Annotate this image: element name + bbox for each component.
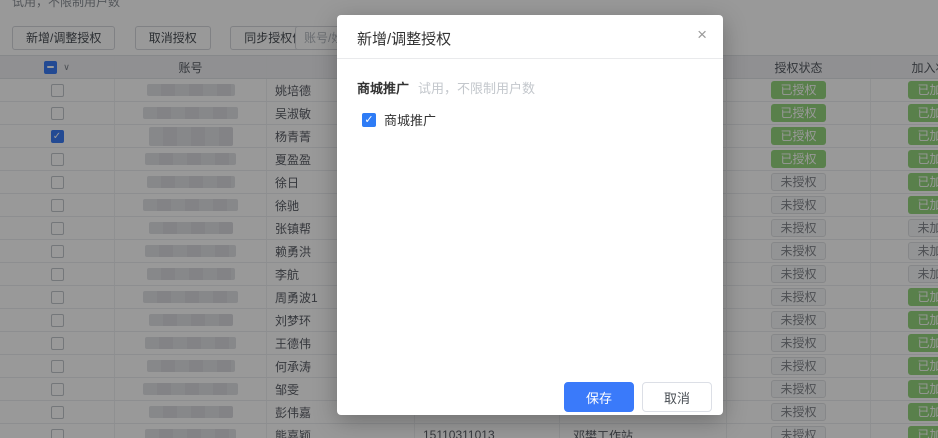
package-checkbox[interactable]: ✓ — [362, 112, 376, 127]
screen: 试用，不限制用户数 新增/调整授权 取消授权 同步授权信息到云端 ∨ 账号 授权… — [0, 0, 938, 438]
dialog-title: 新增/调整授权 — [357, 31, 452, 48]
package-description: 试用，不限制用户数 — [418, 81, 536, 96]
package-checkbox-row: ✓ 商城推广 — [357, 110, 703, 129]
package-name: 商城推广 — [357, 81, 410, 96]
dialog-header: 新增/调整授权 × — [337, 15, 723, 59]
save-button[interactable]: 保存 — [564, 382, 634, 412]
auth-dialog: 新增/调整授权 × 商城推广 试用，不限制用户数 ✓ 商城推广 保存 取消 — [337, 15, 723, 415]
close-icon[interactable]: × — [697, 26, 707, 43]
package-line: 商城推广 试用，不限制用户数 — [357, 78, 703, 97]
cancel-button[interactable]: 取消 — [642, 382, 712, 412]
package-checkbox-label: 商城推广 — [384, 113, 437, 128]
dialog-footer: 保存 取消 — [564, 382, 712, 412]
dialog-body: 商城推广 试用，不限制用户数 ✓ 商城推广 — [337, 59, 723, 129]
